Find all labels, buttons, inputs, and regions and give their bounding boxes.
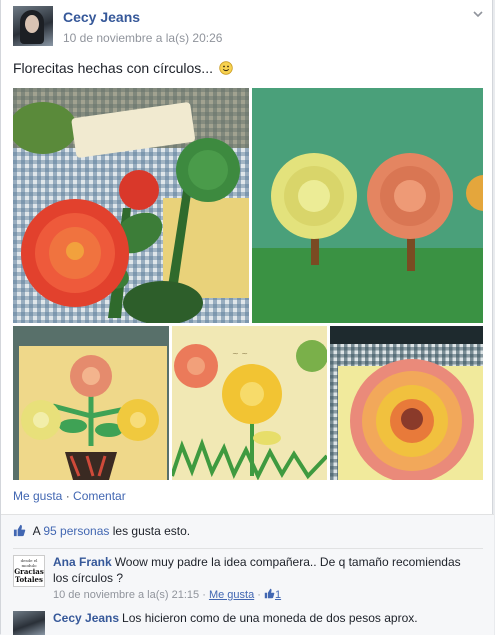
photo-flower-pot[interactable] [13, 326, 169, 480]
smiley-icon [219, 61, 233, 75]
commenter-name[interactable]: Ana Frank [53, 555, 112, 569]
post-text: Florecitas hechas con círculos... [13, 60, 233, 76]
commenter-avatar[interactable] [13, 611, 45, 635]
feedback-section: A 95 personas les gusta esto. desde el m… [1, 514, 494, 635]
comment-meta: 10 de noviembre a la(s) 21:15 · Me gusta… [53, 588, 282, 601]
svg-text:~ ~: ~ ~ [232, 349, 248, 358]
comment-text: Ana Frank Woow muy padre la idea compañer… [53, 555, 461, 585]
comment-text: Cecy Jeans Los hicieron como de una moned… [53, 611, 418, 625]
likers-link[interactable]: 95 personas [43, 524, 109, 538]
comment-like-link[interactable]: Me gusta [209, 589, 254, 601]
photo-orange-flower[interactable] [330, 326, 483, 480]
chevron-down-icon[interactable] [471, 7, 485, 21]
post-card: Cecy Jeans 10 de noviembre a la(s) 20:26… [0, 0, 494, 635]
commenter-name[interactable]: Cecy Jeans [53, 611, 119, 625]
author-name[interactable]: Cecy Jeans [63, 9, 140, 25]
author-avatar[interactable] [13, 6, 53, 46]
photo-red-flowers[interactable] [13, 88, 249, 323]
likes-summary: A 95 personas les gusta esto. [13, 524, 190, 538]
comment-like-count[interactable]: 1 [275, 589, 281, 601]
like-link[interactable]: Me gusta [13, 489, 62, 503]
photo-yellow-flowers[interactable]: ~ ~ [172, 326, 327, 480]
thumbs-up-icon [13, 524, 26, 537]
divider [13, 548, 483, 549]
comment-timestamp[interactable]: 10 de noviembre a la(s) 21:15 [53, 589, 199, 601]
post-actions: Me gusta · Comentar [13, 489, 126, 503]
thumbs-up-icon [264, 588, 275, 599]
photo-lollipop-trees[interactable] [252, 88, 483, 323]
comment-link[interactable]: Comentar [73, 489, 126, 503]
commenter-avatar[interactable]: desde el modulo Gracias Totales [13, 555, 45, 587]
post-timestamp[interactable]: 10 de noviembre a la(s) 20:26 [63, 31, 222, 45]
